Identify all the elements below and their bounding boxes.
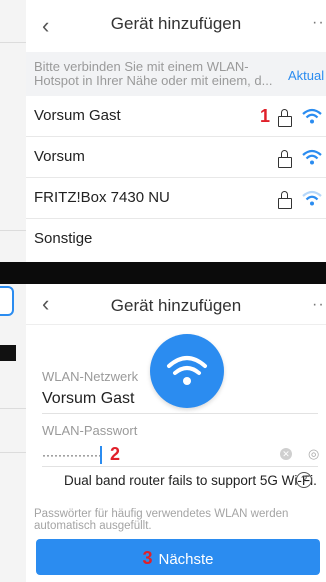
annotation-marker: 2 bbox=[110, 444, 121, 464]
more-icon[interactable]: ·· bbox=[312, 14, 325, 32]
screen-separator bbox=[0, 262, 326, 284]
background-button-edge bbox=[0, 286, 14, 316]
page-title: Gerät hinzufügen bbox=[110, 14, 242, 33]
network-row[interactable]: Vorsum Gast 1 bbox=[26, 96, 326, 137]
ssid-label: WLAN-Netzwerk bbox=[42, 369, 139, 384]
divider bbox=[0, 42, 26, 43]
annotation-marker: 3 bbox=[142, 548, 153, 568]
hint-bar: Bitte verbinden Sie mit einem WLAN-Hotsp… bbox=[26, 52, 326, 96]
network-name: Vorsum bbox=[34, 148, 85, 165]
divider bbox=[0, 230, 26, 231]
more-icon[interactable]: ·· bbox=[312, 296, 325, 314]
wifi-icon bbox=[302, 108, 322, 124]
divider bbox=[0, 408, 26, 409]
autofill-note: Passwörter für häufig verwendetes WLAN w… bbox=[34, 508, 289, 532]
next-button-content: 3 Nächste bbox=[36, 548, 320, 569]
lock-icon bbox=[278, 150, 292, 168]
wifi-icon bbox=[302, 149, 322, 165]
password-label: WLAN-Passwort bbox=[42, 423, 138, 438]
divider bbox=[0, 452, 26, 453]
text-cursor bbox=[100, 446, 102, 464]
ssid-value[interactable]: Vorsum Gast bbox=[42, 390, 134, 408]
lock-icon bbox=[278, 191, 292, 209]
annotation-marker: 1 bbox=[260, 106, 271, 126]
header: ‹ Gerät hinzufügen ·· bbox=[26, 284, 326, 325]
password-input[interactable]: ··············· bbox=[42, 448, 102, 462]
background-block bbox=[0, 345, 16, 361]
lock-icon bbox=[278, 109, 292, 127]
wifi-password-screen: ‹ Gerät hinzufügen ·· WLAN-Netzwerk Vors… bbox=[26, 284, 326, 582]
network-list-screen: ‹ Gerät hinzufügen ·· Bitte verbinden Si… bbox=[26, 0, 326, 262]
eye-icon[interactable]: ◎ bbox=[308, 446, 319, 462]
wifi-icon bbox=[302, 190, 322, 206]
network-name: Vorsum Gast bbox=[34, 107, 121, 124]
network-name: Sonstige bbox=[34, 230, 93, 247]
background-screen-strip bbox=[0, 0, 26, 582]
network-row[interactable]: Vorsum bbox=[26, 137, 326, 178]
page-title: Gerät hinzufügen bbox=[110, 296, 242, 315]
wifi-icon bbox=[150, 334, 224, 408]
dual-band-warning: Dual band router fails to support 5G Wi-… bbox=[64, 473, 317, 488]
divider bbox=[42, 413, 318, 414]
network-row-other[interactable]: Sonstige bbox=[26, 219, 326, 259]
divider bbox=[42, 466, 318, 467]
next-button[interactable]: 3 Nächste bbox=[36, 539, 320, 575]
network-row[interactable]: FRITZ!Box 7430 NU bbox=[26, 178, 326, 219]
header: ‹ Gerät hinzufügen ·· bbox=[26, 0, 326, 52]
clear-icon[interactable]: ✕ bbox=[280, 448, 292, 460]
network-name: FRITZ!Box 7430 NU bbox=[34, 189, 170, 206]
help-icon[interactable]: ? bbox=[296, 472, 312, 488]
next-button-label: Nächste bbox=[158, 551, 214, 568]
hint-text: Bitte verbinden Sie mit einem WLAN-Hotsp… bbox=[34, 59, 273, 88]
refresh-link[interactable]: Aktual bbox=[288, 68, 324, 83]
